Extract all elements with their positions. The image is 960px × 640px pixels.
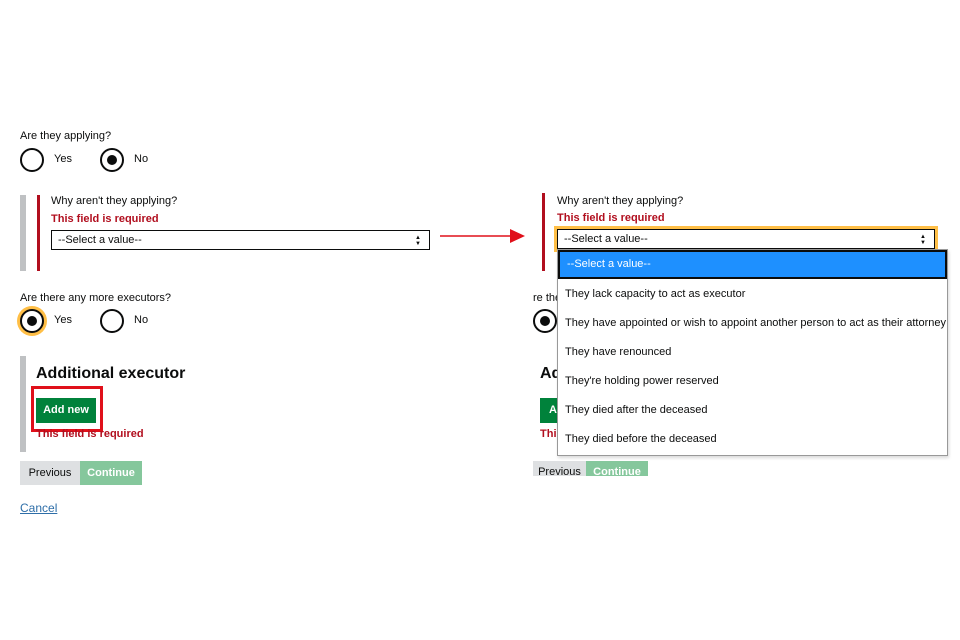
applying-no-label: No xyxy=(134,153,149,165)
arrow-right-icon xyxy=(440,229,525,243)
why-label-right: Why aren't they applying? xyxy=(557,195,684,207)
conditional-reveal-bar xyxy=(20,195,26,271)
dropdown-option[interactable]: They have appointed or wish to appoint a… xyxy=(558,309,947,338)
why-select[interactable]: --Select a value-- ▲ ▼ xyxy=(51,230,430,250)
previous-button-right[interactable]: Previous xyxy=(533,461,586,476)
error-bar xyxy=(37,195,40,271)
dropdown-option[interactable]: --Select a value-- xyxy=(558,250,947,279)
why-error-right: This field is required xyxy=(557,212,665,224)
why-select-right[interactable]: --Select a value-- ▲ ▼ xyxy=(557,229,935,249)
add-new-error-partial: Thi xyxy=(540,428,557,440)
applying-question: Are they applying? xyxy=(20,130,112,142)
why-select-right-value: --Select a value-- xyxy=(564,233,648,245)
why-select-dropdown-list: --Select a value-- They lack capacity to… xyxy=(557,249,948,456)
additional-executor-heading: Additional executor xyxy=(36,365,186,382)
more-yes-radio-partial[interactable] xyxy=(533,309,557,333)
applying-no-radio[interactable] xyxy=(100,148,124,172)
more-no-radio[interactable] xyxy=(100,309,124,333)
why-label: Why aren't they applying? xyxy=(51,195,178,207)
more-no-label: No xyxy=(134,314,149,326)
previous-button[interactable]: Previous xyxy=(20,461,80,485)
additional-executor-bar xyxy=(20,356,26,452)
continue-button-right[interactable]: Continue xyxy=(586,461,648,476)
applying-yes-label: Yes xyxy=(54,153,72,165)
more-yes-radio[interactable] xyxy=(20,309,44,333)
dropdown-option[interactable]: They died after the deceased xyxy=(558,396,947,425)
cancel-link[interactable]: Cancel xyxy=(20,501,57,515)
dropdown-option[interactable]: They're holding power reserved xyxy=(558,367,947,396)
select-arrows-icon: ▲ ▼ xyxy=(920,234,926,246)
dropdown-option[interactable]: They died before the deceased xyxy=(558,425,947,454)
applying-yes-radio[interactable] xyxy=(20,148,44,172)
more-yes-label: Yes xyxy=(54,314,72,326)
add-new-button-partial[interactable]: A xyxy=(540,398,557,423)
error-bar-right xyxy=(542,193,545,271)
why-error: This field is required xyxy=(51,213,159,225)
add-new-error: This field is required xyxy=(36,428,144,440)
why-select-value: --Select a value-- xyxy=(58,234,142,246)
add-new-button[interactable]: Add new xyxy=(36,398,96,423)
more-executors-question: Are there any more executors? xyxy=(20,292,172,304)
continue-button[interactable]: Continue xyxy=(80,461,142,485)
dropdown-option[interactable]: They lack capacity to act as executor xyxy=(558,280,947,309)
select-arrows-icon: ▲ ▼ xyxy=(415,235,421,247)
dropdown-option[interactable]: They have renounced xyxy=(558,338,947,367)
